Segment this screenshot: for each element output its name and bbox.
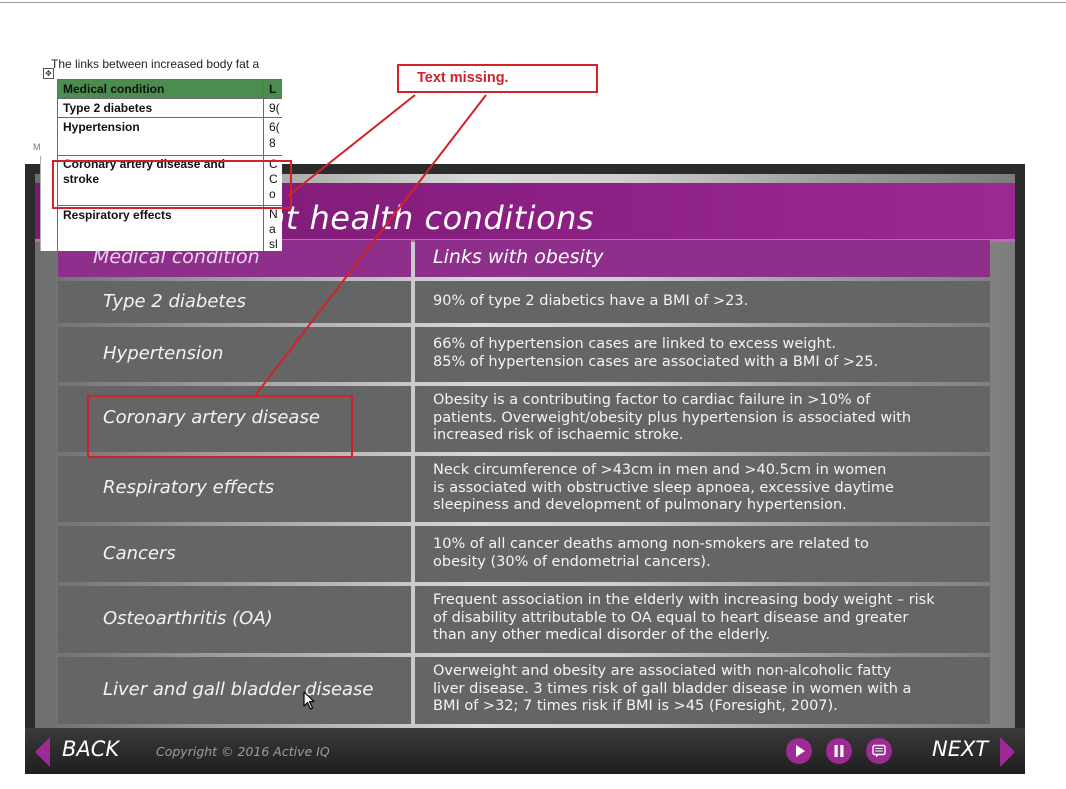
annotation-callout-text: Text missing. <box>417 70 509 86</box>
highlight-box-doc-row <box>52 160 292 209</box>
mouse-cursor-icon <box>303 691 315 710</box>
annotation-line <box>287 94 416 197</box>
highlight-box-slide-row <box>87 395 353 458</box>
annotation-line <box>253 94 487 398</box>
annotation-callout: Text missing. <box>397 64 598 93</box>
